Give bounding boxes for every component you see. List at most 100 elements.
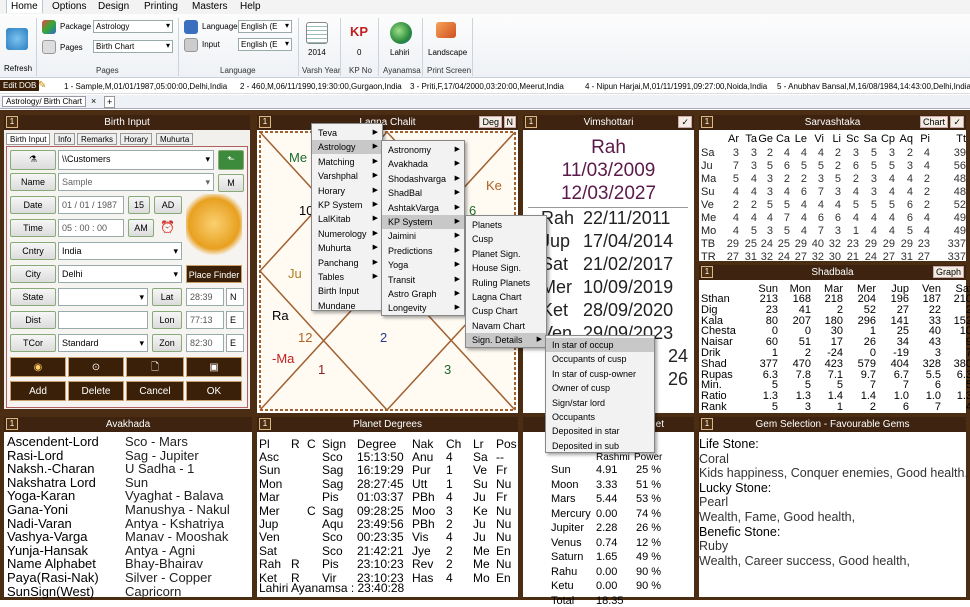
menu-item[interactable]: Mundane <box>312 299 382 313</box>
save-icon[interactable]: ▣ <box>186 357 242 377</box>
menu-item[interactable]: KP System ▶ <box>312 198 382 212</box>
menu-item[interactable]: Horary ▶ <box>312 184 382 198</box>
gender-button[interactable]: M <box>218 174 244 192</box>
menu-item[interactable]: Numerology ▶ <box>312 227 382 241</box>
menu-item[interactable]: LalKitab ▶ <box>312 212 382 226</box>
tab-astrology-birth-chart[interactable]: Astrology/ Birth Chart <box>2 96 87 107</box>
menu-item[interactable]: In star of cusp-owner <box>546 367 654 381</box>
menu-item[interactable]: Jaimini ▶ <box>382 229 464 243</box>
menu-item[interactable]: Astro Graph ▶ <box>382 287 464 301</box>
menu-item[interactable]: AshtakVarga ▶ <box>382 201 464 215</box>
close-tab-icon[interactable]: × <box>91 96 96 106</box>
profile-item[interactable]: 1 - Sample,M,01/01/1987,05:00:00,Delhi,I… <box>64 82 227 91</box>
profile-item[interactable]: 4 - Nipun Harjai,M,01/11/1991,09:27:00,N… <box>585 82 767 91</box>
menu-item[interactable]: In star of occup <box>546 338 654 352</box>
menu-item[interactable]: Deposited in sub <box>546 439 654 453</box>
lon-field[interactable]: 77:13 <box>186 311 224 329</box>
tab-horary[interactable]: Horary <box>120 133 153 145</box>
menu-item[interactable]: Panchang ▶ <box>312 256 382 270</box>
state-select[interactable] <box>58 288 148 306</box>
menu-item[interactable]: Sign. Details ▶ <box>466 333 546 348</box>
graph-button[interactable]: Graph <box>932 266 964 278</box>
delete-button[interactable]: Delete <box>68 381 124 401</box>
menu-item[interactable]: Transit ▶ <box>382 273 464 287</box>
customer-icon[interactable]: ⚗ <box>10 150 56 170</box>
input-select[interactable]: English (E <box>238 38 292 51</box>
edit-dob-button[interactable]: Edit DOB <box>0 80 40 91</box>
menu-item[interactable]: KP System ▶ <box>382 215 464 229</box>
menu-item[interactable]: Navam Chart <box>466 319 546 333</box>
menu-item[interactable]: Planets <box>466 218 546 232</box>
pencil-icon[interactable]: ✎ <box>38 80 46 91</box>
menu-item[interactable]: Shodashvarga ▶ <box>382 172 464 186</box>
tab-info[interactable]: Info <box>54 133 76 145</box>
country-select[interactable]: India <box>58 242 182 260</box>
menu-item[interactable]: Tables ▶ <box>312 270 382 284</box>
city-select[interactable]: Delhi <box>58 265 182 283</box>
menu-item[interactable]: House Sign. <box>466 261 546 275</box>
zon-dir[interactable]: E <box>226 334 244 352</box>
menu-masters[interactable]: Masters <box>192 1 228 12</box>
tcor-select[interactable]: Standard <box>58 334 148 352</box>
date-field[interactable]: 01 / 01 / 1987 <box>58 196 124 214</box>
tab-remarks[interactable]: Remarks <box>77 133 118 145</box>
ad-button[interactable]: AD <box>154 196 182 214</box>
menu-options[interactable]: Options <box>52 1 86 12</box>
menu-item[interactable]: Cusp Chart <box>466 304 546 318</box>
menu-item[interactable]: Avakhada ▶ <box>382 157 464 171</box>
dist-field[interactable] <box>58 311 148 329</box>
tab-birth-input[interactable]: Birth Input <box>6 133 51 145</box>
lat-field[interactable]: 28:39 <box>186 288 224 306</box>
pages-select[interactable]: Birth Chart <box>93 40 173 53</box>
package-select[interactable]: Astrology <box>93 20 173 33</box>
cancel-button[interactable]: Cancel <box>126 381 184 401</box>
name-field[interactable]: Sample <box>58 173 214 191</box>
new-file-icon[interactable]: 🗋 <box>126 357 184 377</box>
menu-item[interactable]: Matching ▶ <box>312 155 382 169</box>
calendar-icon[interactable] <box>306 22 328 44</box>
deg-button[interactable]: Deg <box>479 116 502 128</box>
add-button[interactable]: Add <box>10 381 66 401</box>
tab-muhurta[interactable]: Muhurta <box>156 133 194 145</box>
add-tab-icon[interactable]: + <box>104 96 116 108</box>
alarm-icon[interactable]: ⏰ <box>160 220 180 236</box>
menu-item[interactable]: Occupants <box>546 410 654 424</box>
menu-item[interactable]: Ruling Planets <box>466 276 546 290</box>
menu-item[interactable]: Teva ▶ <box>312 126 382 140</box>
varsh-year-value[interactable]: 2014 <box>308 48 326 57</box>
menu-help[interactable]: Help <box>240 1 261 12</box>
ayanamsa-value[interactable]: Lahiri <box>390 48 410 57</box>
lat-dir[interactable]: N <box>226 288 244 306</box>
menu-item[interactable]: Muhurta ▶ <box>312 241 382 255</box>
back-arrow-icon[interactable]: ⬑ <box>218 150 244 170</box>
clock-icon[interactable]: ⊙ <box>68 357 124 377</box>
place-finder-button[interactable]: Place Finder <box>186 265 242 283</box>
landscape-label[interactable]: Landscape <box>428 48 467 57</box>
profile-item[interactable]: 5 - Anubhav Bansal,M,16/08/1984,14:43:00… <box>777 82 970 91</box>
menu-home[interactable]: Home <box>6 0 43 13</box>
check-icon[interactable]: ✓ <box>950 116 964 128</box>
menu-item[interactable]: Longevity ▶ <box>382 301 464 315</box>
kp-icon[interactable]: KP <box>350 24 368 39</box>
menu-item[interactable]: Varshphal ▶ <box>312 169 382 183</box>
menu-item[interactable]: Deposited in star <box>546 424 654 438</box>
profile-item[interactable]: 3 - Priti,F,17/04/2000,03:20:00,Meerut,I… <box>410 82 564 91</box>
zon-field[interactable]: 82:30 <box>186 334 224 352</box>
language-select[interactable]: English (E <box>238 20 292 33</box>
ok-button[interactable]: OK <box>186 381 242 401</box>
profile-item[interactable]: 2 - 460,M,06/11/1990,19:30:00,Gurgaon,In… <box>240 82 402 91</box>
menu-item[interactable]: Sign/star lord <box>546 396 654 410</box>
globe-icon[interactable] <box>390 22 412 44</box>
chart-button[interactable]: Chart <box>919 116 948 128</box>
menu-item[interactable]: Birth Input <box>312 284 382 298</box>
menu-item[interactable]: Predictions ▶ <box>382 244 464 258</box>
landscape-icon[interactable] <box>436 22 456 38</box>
menu-item[interactable]: Astronomy ▶ <box>382 143 464 157</box>
north-button[interactable]: N <box>503 116 516 128</box>
globe-icon[interactable]: ◉ <box>10 357 66 377</box>
menu-item[interactable]: Lagna Chart <box>466 290 546 304</box>
time-field[interactable]: 05 : 00 : 00 <box>58 219 124 237</box>
menu-item[interactable]: ShadBal ▶ <box>382 186 464 200</box>
menu-item[interactable]: Astrology ▶ <box>312 140 382 155</box>
lon-dir[interactable]: E <box>226 311 244 329</box>
